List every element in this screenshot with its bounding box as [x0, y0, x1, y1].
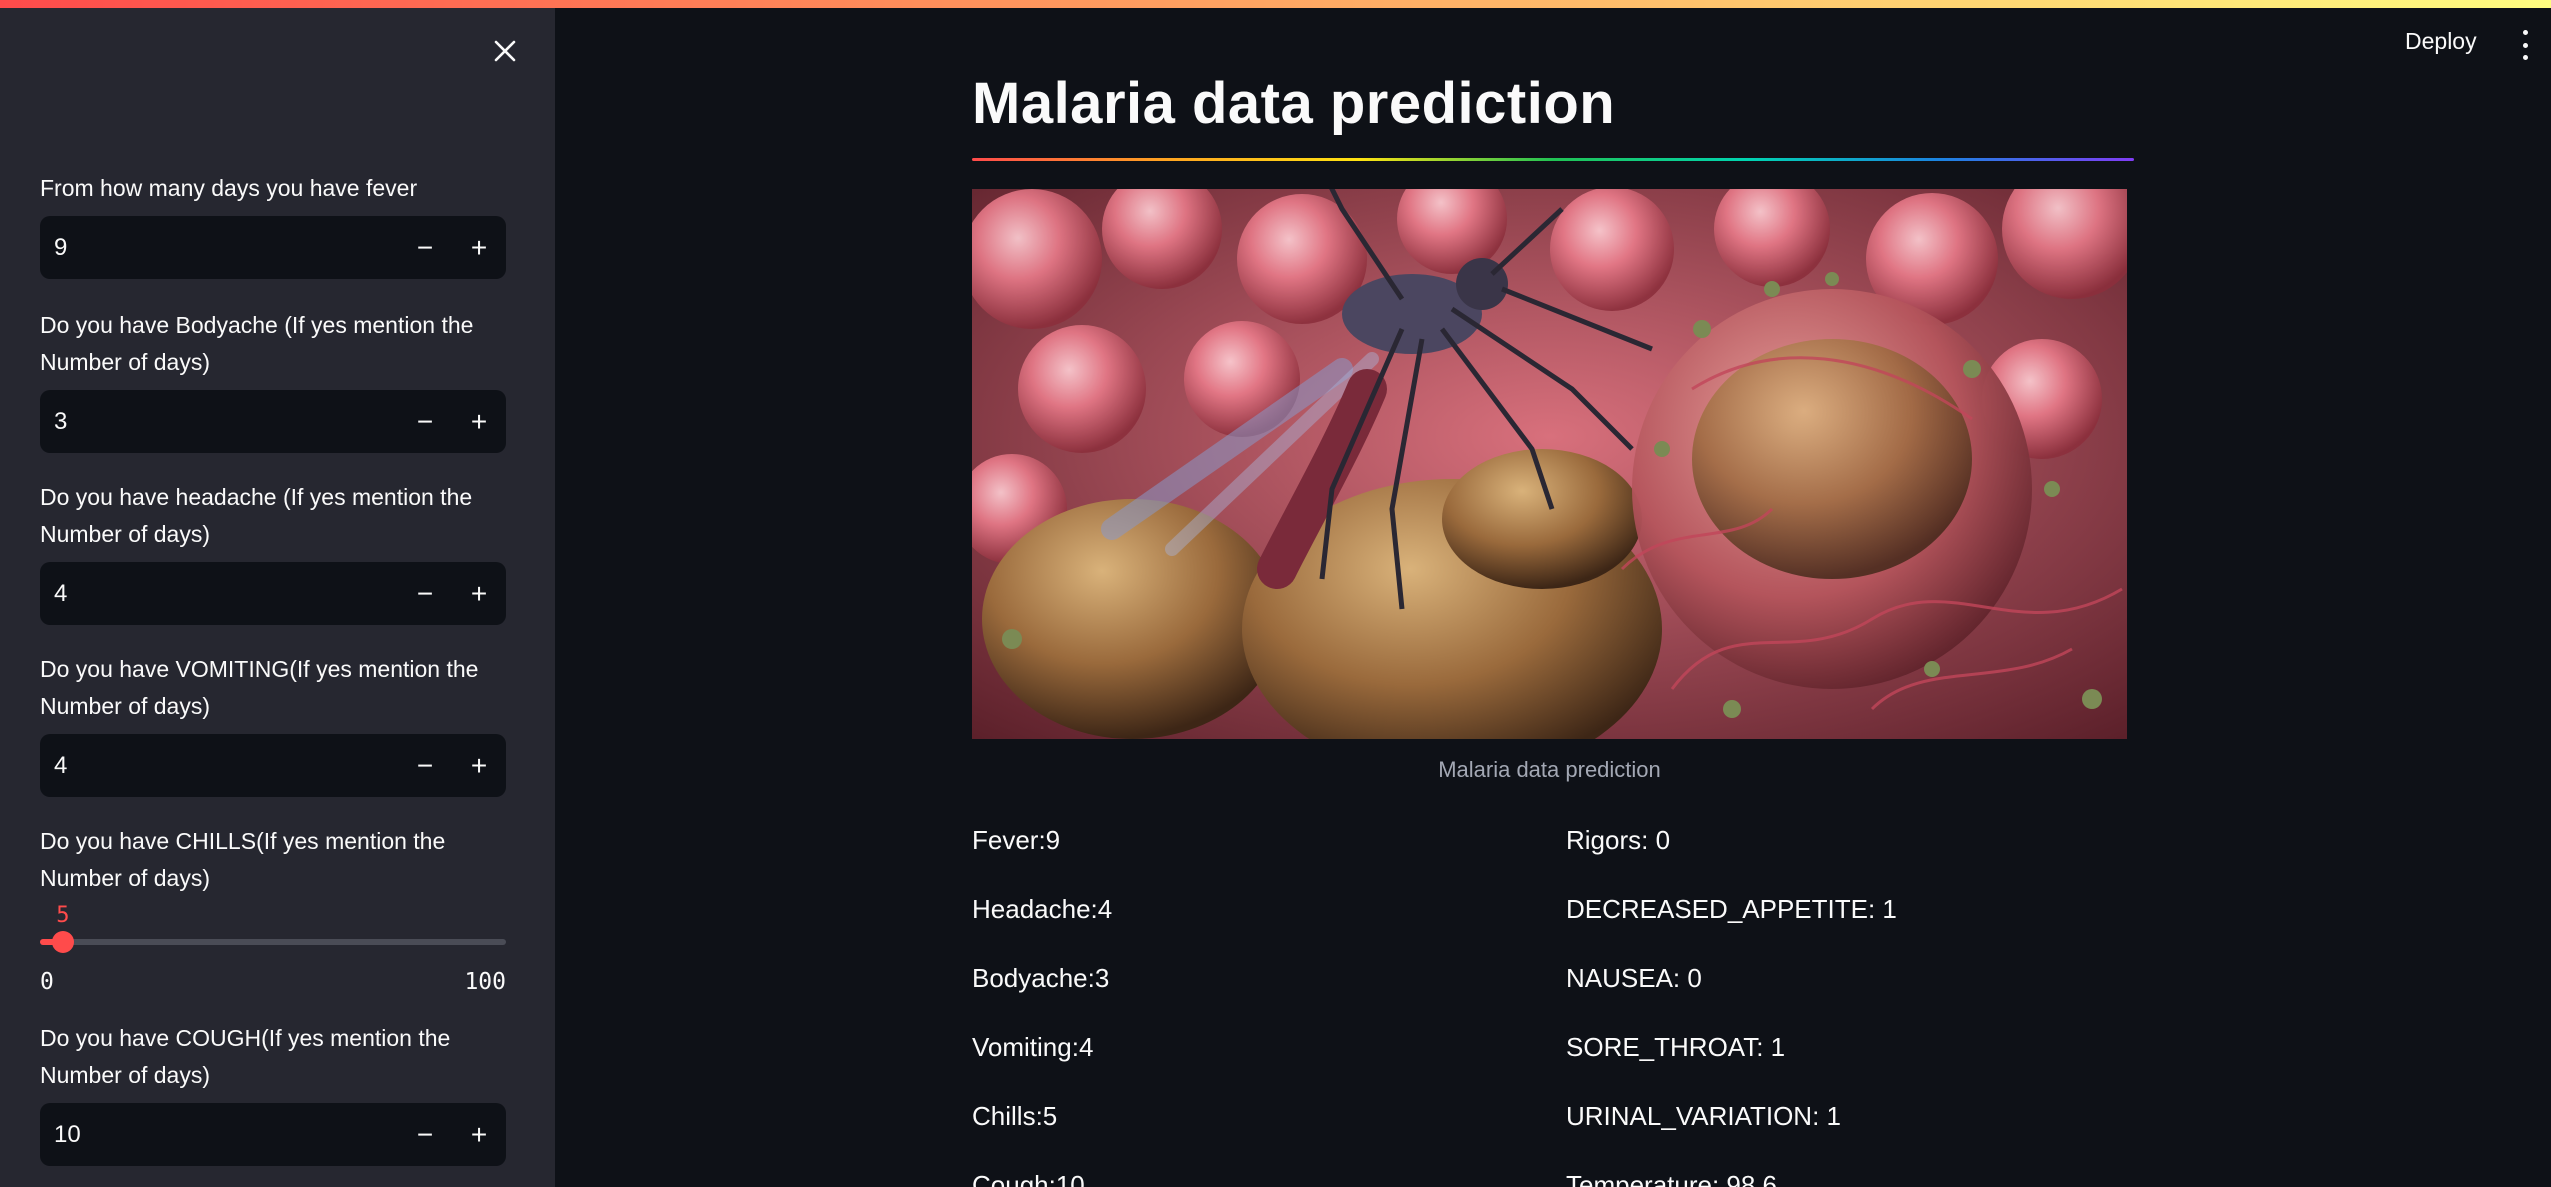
- fever-days-field: From how many days you have fever 9 − +: [40, 170, 506, 279]
- close-sidebar-button[interactable]: [487, 33, 523, 69]
- chills-days-label: Do you have CHILLS(If yes mention the Nu…: [40, 828, 446, 891]
- decrement-button[interactable]: −: [398, 734, 452, 797]
- stat-urinal-variation: URINAL_VARIATION: 1: [1566, 1101, 1841, 1131]
- decrement-button[interactable]: −: [398, 390, 452, 453]
- stat-fever: Fever:9: [972, 825, 1061, 855]
- vomiting-days-value[interactable]: 4: [40, 752, 398, 780]
- fever-days-label: From how many days you have fever: [40, 175, 418, 201]
- page-title: Malaria data prediction: [972, 71, 1616, 136]
- chills-slider[interactable]: 5 0 100: [40, 903, 506, 995]
- stat-sore-throat: SORE_THROAT: 1: [1566, 1032, 1786, 1062]
- cough-days-input[interactable]: 10 − +: [40, 1103, 506, 1166]
- increment-button[interactable]: +: [452, 390, 506, 453]
- chills-days-field: Do you have CHILLS(If yes mention the Nu…: [40, 823, 506, 995]
- mosquito-illustration: [972, 189, 2127, 739]
- stat-nausea: NAUSEA: 0: [1566, 963, 1702, 993]
- stats-left-column: Fever:9 Headache:4 Bodyache:3 Vomiting:4…: [972, 822, 1112, 1187]
- headache-days-field: Do you have headache (If yes mention the…: [40, 479, 506, 625]
- fever-days-input[interactable]: 9 − +: [40, 216, 506, 279]
- bodyache-days-input[interactable]: 3 − +: [40, 390, 506, 453]
- vomiting-days-input[interactable]: 4 − +: [40, 734, 506, 797]
- decrement-button[interactable]: −: [398, 1103, 452, 1166]
- decrement-button[interactable]: −: [398, 562, 452, 625]
- kebab-dot-icon: [2522, 30, 2528, 35]
- top-decoration-stripe: [0, 0, 2551, 8]
- stat-decreased-appetite: DECREASED_APPETITE: 1: [1566, 894, 1897, 924]
- slider-value: 5: [56, 903, 70, 928]
- malaria-mosquito-image: [972, 189, 2127, 739]
- increment-button[interactable]: +: [452, 216, 506, 279]
- main-menu-button[interactable]: [2515, 30, 2535, 60]
- cough-days-field: Do you have COUGH(If yes mention the Num…: [40, 1020, 506, 1166]
- slider-thumb[interactable]: [52, 931, 75, 953]
- headache-days-input[interactable]: 4 − +: [40, 562, 506, 625]
- increment-button[interactable]: +: [452, 562, 506, 625]
- stat-headache: Headache:4: [972, 894, 1113, 924]
- slider-max-label: 100: [464, 969, 506, 995]
- close-icon: [494, 40, 516, 62]
- cough-days-label: Do you have COUGH(If yes mention the Num…: [40, 1025, 451, 1088]
- stat-bodyache: Bodyache:3: [972, 963, 1110, 993]
- kebab-dot-icon: [2522, 42, 2528, 48]
- stat-rigors: Rigors: 0: [1566, 825, 1671, 855]
- fever-days-value[interactable]: 9: [40, 234, 398, 262]
- increment-button[interactable]: +: [452, 734, 506, 797]
- headache-days-value[interactable]: 4: [40, 580, 398, 608]
- title-divider: [972, 158, 2134, 161]
- decrement-button[interactable]: −: [398, 216, 452, 279]
- stats-right-column: Rigors: 0 DECREASED_APPETITE: 1 NAUSEA: …: [1566, 822, 1897, 1187]
- bodyache-days-field: Do you have Bodyache (If yes mention the…: [40, 307, 506, 453]
- kebab-dot-icon: [2522, 55, 2528, 60]
- increment-button[interactable]: +: [452, 1103, 506, 1166]
- slider-track[interactable]: [40, 939, 506, 945]
- deploy-button[interactable]: Deploy: [2405, 28, 2477, 55]
- slider-min-label: 0: [40, 969, 54, 995]
- stat-vomiting: Vomiting:4: [972, 1032, 1094, 1062]
- image-caption: Malaria data prediction: [1438, 757, 1661, 782]
- vomiting-days-label: Do you have VOMITING(If yes mention the …: [40, 656, 479, 719]
- stat-chills: Chills:5: [972, 1101, 1058, 1131]
- bodyache-days-value[interactable]: 3: [40, 408, 398, 436]
- headache-days-label: Do you have headache (If yes mention the…: [40, 484, 473, 547]
- cough-days-value[interactable]: 10: [40, 1121, 398, 1149]
- vomiting-days-field: Do you have VOMITING(If yes mention the …: [40, 651, 506, 797]
- sidebar: From how many days you have fever 9 − + …: [0, 8, 555, 1187]
- stat-temperature: Temperature: 98.6: [1566, 1170, 1778, 1187]
- stat-cough: Cough:10: [972, 1170, 1085, 1187]
- bodyache-days-label: Do you have Bodyache (If yes mention the…: [40, 312, 474, 375]
